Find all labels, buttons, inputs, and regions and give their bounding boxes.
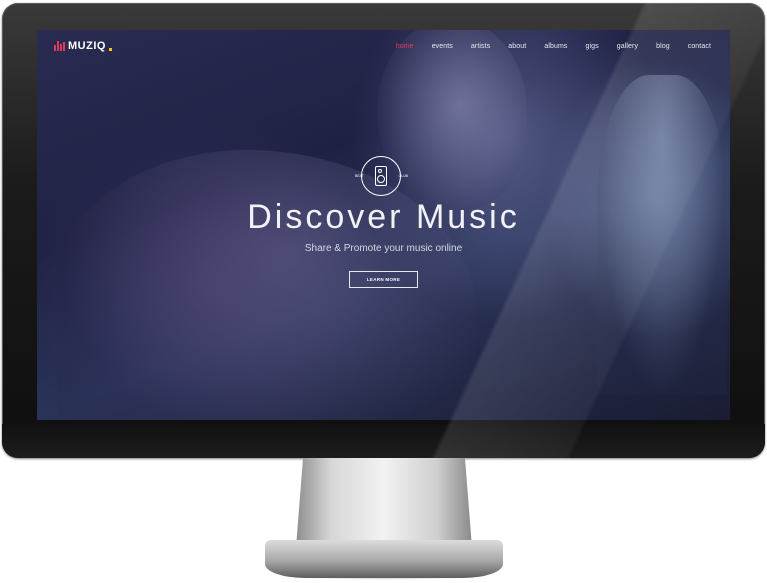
nav-item-albums[interactable]: albums — [544, 43, 567, 50]
website-screen: MUZIQ home events artists about albums g… — [37, 30, 730, 420]
speaker-icon: BEAT CLUB — [355, 156, 408, 196]
nav-item-gallery[interactable]: gallery — [617, 43, 638, 50]
nav-item-gigs[interactable]: gigs — [586, 43, 599, 50]
learn-more-button[interactable]: LEARN MORE — [349, 271, 418, 288]
monitor-chin — [2, 424, 765, 458]
hero-subtitle: Share & Promote your music online — [304, 243, 463, 254]
monitor-stand-base — [265, 540, 503, 578]
speaker-shape — [375, 166, 387, 186]
nav-item-about[interactable]: about — [508, 43, 526, 50]
nav-item-artists[interactable]: artists — [471, 43, 490, 50]
logo-text: MUZIQ — [68, 40, 106, 52]
main-nav: home events artists about albums gigs ga… — [396, 43, 711, 50]
nav-item-blog[interactable]: blog — [656, 43, 670, 50]
site-logo[interactable]: MUZIQ — [54, 40, 112, 52]
hero-title: Discover Music — [247, 198, 520, 236]
icon-badge-right: CLUB — [398, 174, 408, 178]
logo-bars-icon — [54, 41, 65, 51]
logo-dot-icon — [108, 47, 112, 51]
icon-badge-left: BEAT — [355, 174, 364, 178]
nav-item-events[interactable]: events — [432, 43, 453, 50]
nav-item-home[interactable]: home — [396, 43, 414, 50]
nav-item-contact[interactable]: contact — [688, 43, 711, 50]
